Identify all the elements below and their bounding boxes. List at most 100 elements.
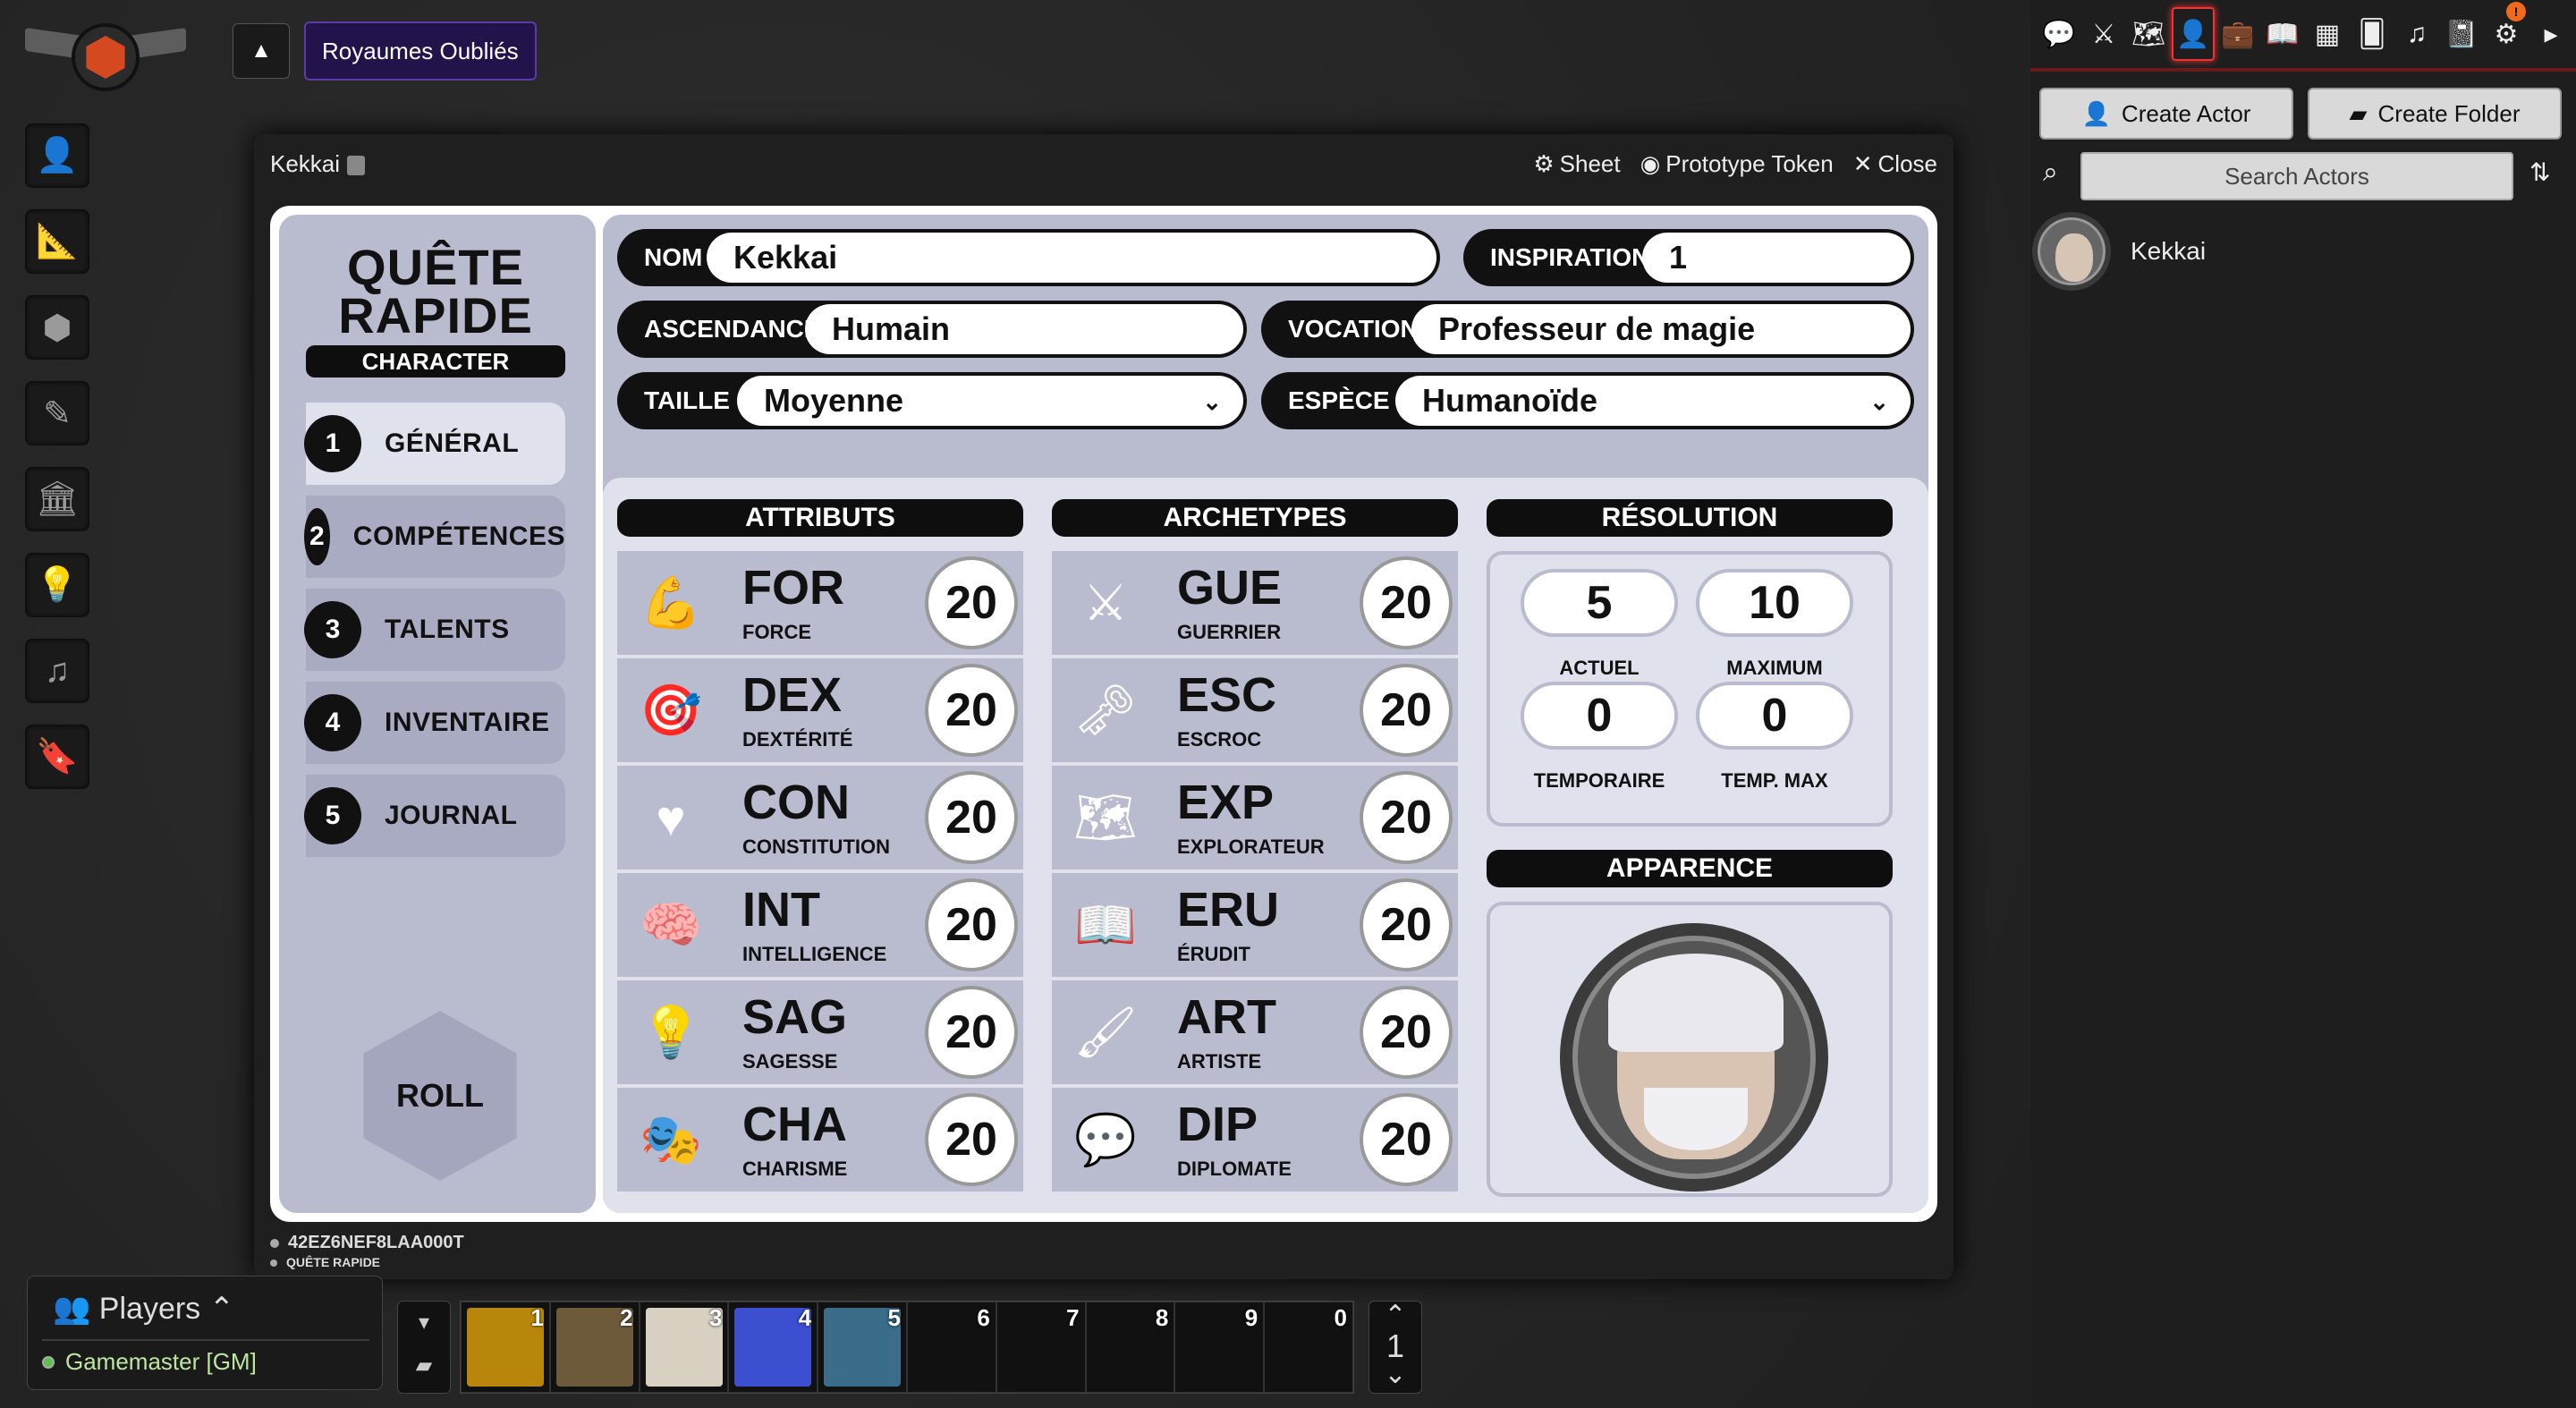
window-title: Kekkai <box>270 150 366 178</box>
stat-value-input[interactable]: 20 <box>925 771 1018 864</box>
stat-row-con: ♥ CON CONSTITUTION 20 <box>617 766 1023 869</box>
macro-slot[interactable]: 5 <box>818 1302 907 1393</box>
actors-icon[interactable]: 👤 <box>2172 7 2215 61</box>
roll-button[interactable]: ROLL <box>363 1011 517 1181</box>
inspiration-input[interactable]: 1 <box>1642 233 1911 283</box>
stat-abbr[interactable]: ERU <box>1177 882 1279 937</box>
search-actors-input[interactable]: Search Actors <box>2080 152 2513 200</box>
sort-icon[interactable]: ⇅ <box>2529 157 2550 187</box>
stat-abbr[interactable]: DEX <box>742 667 842 723</box>
stat-abbr[interactable]: EXP <box>1177 775 1274 830</box>
page-up-icon[interactable]: ⌃ <box>1369 1302 1421 1330</box>
stat-value-input[interactable]: 20 <box>925 1093 1018 1186</box>
stat-value-input[interactable]: 20 <box>1360 878 1453 971</box>
stat-full-name: EXPLORATEUR <box>1177 835 1325 858</box>
ruler-icon[interactable]: 📐 <box>25 209 89 274</box>
maximum-input[interactable]: 10 <box>1696 569 1853 637</box>
sheet-config-button[interactable]: ⚙ Sheet <box>1533 150 1620 178</box>
taille-select[interactable]: Moyenne ⌄ <box>737 376 1243 426</box>
stat-full-name: DEXTÉRITÉ <box>742 728 853 751</box>
heart-icon: ♥ <box>656 789 686 846</box>
character-portrait[interactable] <box>1560 923 1828 1192</box>
masks-icon: 🎭 <box>640 1111 702 1167</box>
folder-icon[interactable]: ▰ <box>398 1344 450 1387</box>
actor-list-item[interactable]: Kekkai <box>2032 209 2560 293</box>
create-folder-button[interactable]: ▰ Create Folder <box>2308 88 2562 140</box>
stat-value-input[interactable]: 20 <box>1360 1093 1453 1186</box>
espece-select[interactable]: Humanoïde ⌄ <box>1395 376 1911 426</box>
scenes-icon[interactable]: 🗺 <box>2127 7 2170 61</box>
macro-slot[interactable]: 1 <box>461 1302 550 1393</box>
stat-abbr[interactable]: FOR <box>742 560 844 615</box>
window-header[interactable]: Kekkai ⚙ Sheet ◉ Prototype Token ✕ Close <box>254 134 1953 193</box>
temporaire-input[interactable]: 0 <box>1521 682 1678 750</box>
nav-item-1[interactable]: 2 COMPÉTENCES <box>304 496 565 578</box>
playlists-icon[interactable]: ♫ <box>2395 7 2438 61</box>
nom-input[interactable]: Kekkai <box>707 233 1436 283</box>
user-icon[interactable]: 👤 <box>25 123 89 188</box>
notification-badge: ! <box>2506 2 2526 21</box>
actuel-input[interactable]: 5 <box>1521 569 1678 637</box>
create-actor-button[interactable]: 👤 Create Actor <box>2039 88 2293 140</box>
tables-icon[interactable]: ▦ <box>2306 7 2349 61</box>
stat-full-name: ARTISTE <box>1177 1050 1262 1073</box>
chevron-up-icon[interactable]: ⌃ <box>209 1292 235 1326</box>
scene-tab[interactable]: Royaumes Oubliés <box>304 21 537 81</box>
stat-abbr[interactable]: GUE <box>1177 560 1282 615</box>
pencil-icon[interactable]: ✎ <box>25 381 89 445</box>
stat-abbr[interactable]: ESC <box>1177 667 1276 723</box>
lightbulb-icon[interactable]: 💡 <box>25 553 89 617</box>
music-icon[interactable]: ♫ <box>25 639 89 703</box>
stat-abbr[interactable]: ART <box>1177 989 1276 1045</box>
stat-abbr[interactable]: DIP <box>1177 1097 1258 1152</box>
nav-item-3[interactable]: 4 INVENTAIRE <box>304 682 565 764</box>
stat-value-input[interactable]: 20 <box>1360 771 1453 864</box>
chat-icon[interactable]: 💬 <box>2038 7 2080 61</box>
stat-value-input[interactable]: 20 <box>925 664 1018 757</box>
vocation-input[interactable]: Professeur de magie <box>1411 304 1911 354</box>
macro-slot[interactable]: 7 <box>996 1302 1086 1393</box>
journal-icon[interactable]: 📖 <box>2261 7 2304 61</box>
landmark-icon[interactable]: 🏛 <box>25 467 89 531</box>
macro-slot[interactable]: 6 <box>906 1302 996 1393</box>
macro-slot[interactable]: 4 <box>728 1302 818 1393</box>
stat-abbr[interactable]: SAG <box>742 989 847 1045</box>
macro-slot[interactable]: 2 <box>549 1302 640 1393</box>
stat-value-input[interactable]: 20 <box>1360 556 1453 649</box>
settings-icon[interactable]: ⚙! <box>2485 2 2528 61</box>
stat-abbr[interactable]: CHA <box>742 1097 847 1152</box>
tempmax-input[interactable]: 0 <box>1696 682 1853 750</box>
page-down-icon[interactable]: ⌄ <box>1369 1361 1421 1388</box>
collapse-icon[interactable]: ▸ <box>2529 7 2572 61</box>
caret-down-icon[interactable]: ▾ <box>398 1302 450 1344</box>
stat-value-input[interactable]: 20 <box>1360 986 1453 1079</box>
scene-navigation-toggle[interactable]: ▲ <box>233 23 290 79</box>
macro-slot[interactable]: 9 <box>1174 1302 1265 1393</box>
close-button[interactable]: ✕ Close <box>1853 150 1937 178</box>
nav-item-2[interactable]: 3 TALENTS <box>304 589 565 671</box>
stat-abbr[interactable]: CON <box>742 775 850 830</box>
id-card-icon[interactable] <box>347 155 366 175</box>
stat-abbr[interactable]: INT <box>742 882 820 937</box>
stat-value-input[interactable]: 20 <box>1360 664 1453 757</box>
prototype-token-button[interactable]: ◉ Prototype Token <box>1640 150 1834 178</box>
players-panel[interactable]: 👥 Players ⌃ Gamemaster [GM] <box>27 1276 383 1390</box>
ascendance-input[interactable]: Humain <box>805 304 1243 354</box>
combat-icon[interactable]: ⚔ <box>2082 7 2125 61</box>
stat-value-input[interactable]: 20 <box>925 556 1018 649</box>
nav-item-4[interactable]: 5 JOURNAL <box>304 775 565 857</box>
macro-slot[interactable]: 3 <box>639 1302 729 1393</box>
stat-value-input[interactable]: 20 <box>925 986 1018 1079</box>
foundry-logo[interactable] <box>25 16 186 106</box>
nav-item-0[interactable]: 1 GÉNÉRAL <box>304 403 565 485</box>
compendium-icon[interactable]: 📓 <box>2440 7 2483 61</box>
items-icon[interactable]: 💼 <box>2216 7 2259 61</box>
tab-glyph: 💼 <box>2221 19 2255 49</box>
macro-slot[interactable]: 0 <box>1264 1302 1353 1393</box>
macro-slot[interactable]: 8 <box>1085 1302 1175 1393</box>
stat-value-input[interactable]: 20 <box>925 878 1018 971</box>
cards-icon[interactable]: 🂠 <box>2351 7 2394 61</box>
slot-number: 6 <box>977 1304 990 1331</box>
cubes-icon[interactable]: ⬢ <box>25 295 89 360</box>
bookmark-icon[interactable]: 🔖 <box>25 725 89 789</box>
